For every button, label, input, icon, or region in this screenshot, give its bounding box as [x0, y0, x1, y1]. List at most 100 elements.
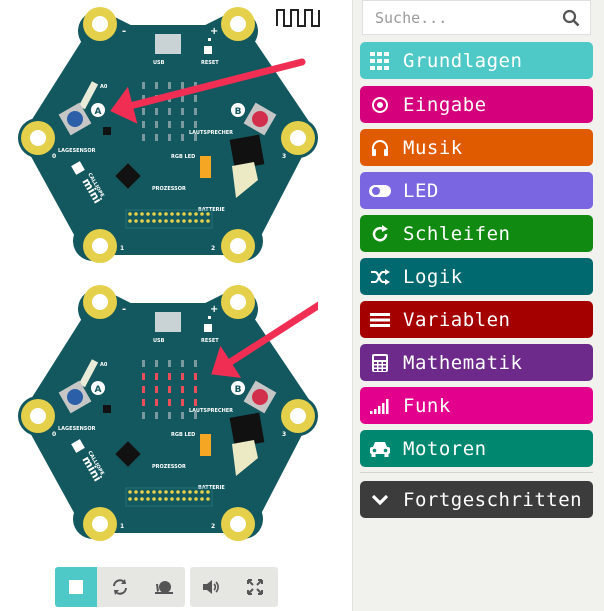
pin-hole: [290, 130, 306, 146]
header-pin: [158, 497, 162, 501]
button-b[interactable]: [252, 111, 268, 127]
pin-hole: [230, 238, 246, 254]
header-pin: [146, 219, 150, 223]
category-label: Schleifen: [403, 222, 511, 245]
header-pin: [140, 497, 144, 501]
header-pin: [128, 219, 132, 223]
stop-button[interactable]: [55, 567, 97, 607]
car-icon: [369, 438, 391, 460]
header-pin: [170, 219, 174, 223]
header-pin: [188, 219, 192, 223]
led-3-2: [181, 108, 184, 115]
divider: [360, 472, 593, 473]
header-pin: [194, 497, 198, 501]
reset-mark: [208, 38, 211, 41]
pin-hole: [92, 238, 108, 254]
pin-label-minus: -: [122, 26, 126, 37]
led-3-0: [181, 360, 184, 367]
led-1-0: [155, 82, 158, 89]
header-pin: [188, 212, 192, 216]
prozessor-label: PROZESSOR: [152, 186, 186, 192]
slow-motion-button[interactable]: [143, 567, 185, 607]
header-pin: [140, 212, 144, 216]
category-led[interactable]: LED: [360, 172, 593, 209]
lagesensor-label: LAGESENSOR: [58, 426, 96, 432]
header-pin: [128, 497, 132, 501]
category-eingabe[interactable]: Eingabe: [360, 86, 593, 123]
led-2-4: [168, 134, 171, 141]
restart-button[interactable]: [99, 567, 141, 607]
header-pin: [164, 212, 168, 216]
header-pin: [176, 497, 180, 501]
button-a[interactable]: [67, 111, 83, 127]
stop-icon: [69, 580, 83, 594]
reset-mark: [208, 316, 211, 319]
fullscreen-button[interactable]: [234, 567, 276, 607]
header-pin: [206, 497, 210, 501]
header-pin: [194, 219, 198, 223]
header-pin: [134, 212, 138, 216]
category-motoren[interactable]: Motoren: [360, 430, 593, 467]
category-funk[interactable]: Funk: [360, 387, 593, 424]
search-input[interactable]: [363, 1, 565, 34]
category-logik[interactable]: Logik: [360, 258, 593, 295]
pin-label-0: 0: [52, 153, 56, 160]
pin-label-minus: -: [122, 304, 126, 315]
pin-hole: [230, 16, 246, 32]
category-label: Eingabe: [403, 93, 487, 116]
button-b-label: B: [235, 107, 242, 117]
header-pin: [134, 497, 138, 501]
usb-connector: [155, 312, 181, 332]
target-icon: [369, 94, 391, 116]
button-b-label: B: [235, 385, 242, 395]
category-fortgeschritten[interactable]: Fortgeschritten: [360, 481, 593, 518]
header-pin: [200, 219, 204, 223]
led-3-2: [181, 386, 184, 393]
category-variablen[interactable]: Variablen: [360, 301, 593, 338]
category-musik[interactable]: Musik: [360, 129, 593, 166]
pin-hole: [92, 16, 108, 32]
pin-label-3: 3: [282, 431, 286, 438]
header-pin: [194, 212, 198, 216]
led-4-0: [194, 360, 197, 367]
reset-button[interactable]: [204, 324, 212, 332]
header-pin: [200, 212, 204, 216]
led-4-1: [194, 95, 197, 102]
header-pin: [206, 212, 210, 216]
search-icon[interactable]: [562, 9, 580, 27]
button-a[interactable]: [67, 389, 83, 405]
header-pin: [182, 490, 186, 494]
restart-icon: [113, 579, 127, 595]
calliope-board-top[interactable]: - +0 3 1 2 USB RESET A0 A B LAGESENSOR LAUTSPRECHER…: [18, 6, 318, 264]
header-pin: [170, 497, 174, 501]
lautsprecher-label: LAUTSPRECHER: [189, 408, 233, 414]
category-schleifen[interactable]: Schleifen: [360, 215, 593, 252]
grid-icon: [369, 50, 391, 72]
reset-button[interactable]: [204, 46, 212, 54]
led-1-2: [155, 108, 158, 115]
header-pin: [152, 219, 156, 223]
pin-hole: [230, 516, 246, 532]
led-0-3: [142, 121, 145, 128]
rgb-led-label: RGB LED: [171, 154, 195, 160]
button-a-label: A: [95, 385, 102, 395]
led-3-3: [181, 399, 184, 406]
accelerometer-chip: [103, 127, 111, 135]
lagesensor-label: LAGESENSOR: [58, 148, 96, 154]
mute-button[interactable]: [190, 567, 232, 607]
led-4-2: [194, 386, 197, 393]
header-pin: [152, 212, 156, 216]
pin-label-3: 3: [282, 153, 286, 160]
category-label: Mathematik: [403, 351, 523, 374]
rgb-led-label: RGB LED: [171, 432, 195, 438]
pin-label-1: 1: [120, 245, 124, 252]
category-mathematik[interactable]: Mathematik: [360, 344, 593, 381]
calliope-board-bottom[interactable]: - +0 3 1 2 USB RESET A0 A B LAGESENSOR LAUTSPRECHER…: [18, 284, 318, 542]
reset-label: RESET: [201, 60, 219, 66]
led-2-2: [168, 108, 171, 115]
pin-label-1: 1: [120, 523, 124, 530]
pin-label-0: 0: [52, 431, 56, 438]
category-grundlagen[interactable]: Grundlagen: [360, 42, 593, 79]
button-b[interactable]: [252, 389, 268, 405]
category-label: Variablen: [403, 308, 511, 331]
